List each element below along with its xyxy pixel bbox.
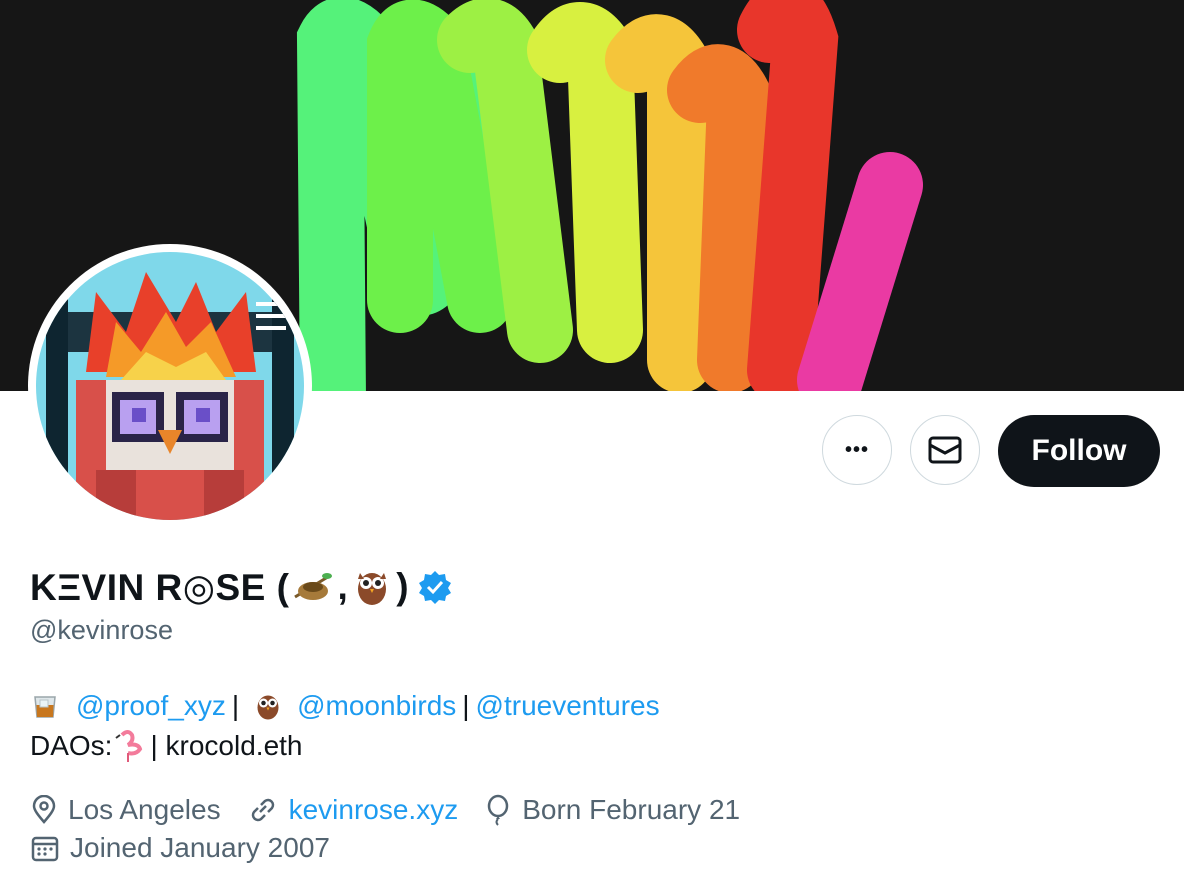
more-options-button[interactable]: ••• [822,415,892,485]
bio-line-1: @proof_xyz | @moonbirds | @trueventures [30,686,660,726]
follow-button[interactable]: Follow [998,415,1160,487]
owl-emoji-icon [358,573,387,605]
profile-meta-row-1: Los Angeles kevinrose.xyz Born February … [30,790,766,830]
owl-avatar-image [36,252,304,520]
bio-line-2: DAOs: | krocold.eth [30,726,303,766]
verified-badge-icon[interactable] [417,569,453,605]
more-icon: ••• [844,438,869,461]
bio-dao-prefix: DAOs: [30,730,113,761]
bio-mention-trueventures[interactable]: @trueventures [476,690,660,722]
joined-text: Joined January 2007 [70,832,330,863]
display-name-end: ) [396,566,410,607]
balloon-icon [487,794,509,826]
mail-icon [928,436,962,464]
birthday-item: Born February 21 [484,794,740,826]
location-item: Los Angeles [30,794,221,826]
location-pin-icon [32,795,56,824]
display-name: KΞVIN R◎SE ( [30,566,290,608]
nest-emoji-icon [294,573,333,600]
display-name-row: KΞVIN R◎SE ( , ) [30,560,453,614]
location-text: Los Angeles [68,794,221,825]
joined-item: Joined January 2007 [30,832,330,864]
bio-separator-1: | [231,690,240,721]
bio-ens-name: | krocold.eth [150,730,303,761]
website-link[interactable]: kevinrose.xyz [289,794,459,826]
profile-avatar[interactable] [28,244,312,528]
owl-emoji-icon [257,695,279,720]
user-handle: @kevinrose [30,615,173,645]
follow-label: Follow [1031,434,1127,467]
message-button[interactable] [910,415,980,485]
birthday-text: Born February 21 [522,794,741,825]
profile-meta-row-2: Joined January 2007 [30,828,356,868]
link-icon [251,798,274,822]
display-name-separator: , [337,566,349,607]
bio-separator-2: | [462,690,470,721]
website-item[interactable]: kevinrose.xyz [247,794,459,826]
bio-mention-moonbirds[interactable]: @moonbirds [297,690,456,722]
calendar-icon [31,836,59,862]
bio-mention-proof[interactable]: @proof_xyz [76,690,226,722]
flamingo-emoji-icon [115,730,143,762]
whisky-glass-icon [34,696,56,718]
